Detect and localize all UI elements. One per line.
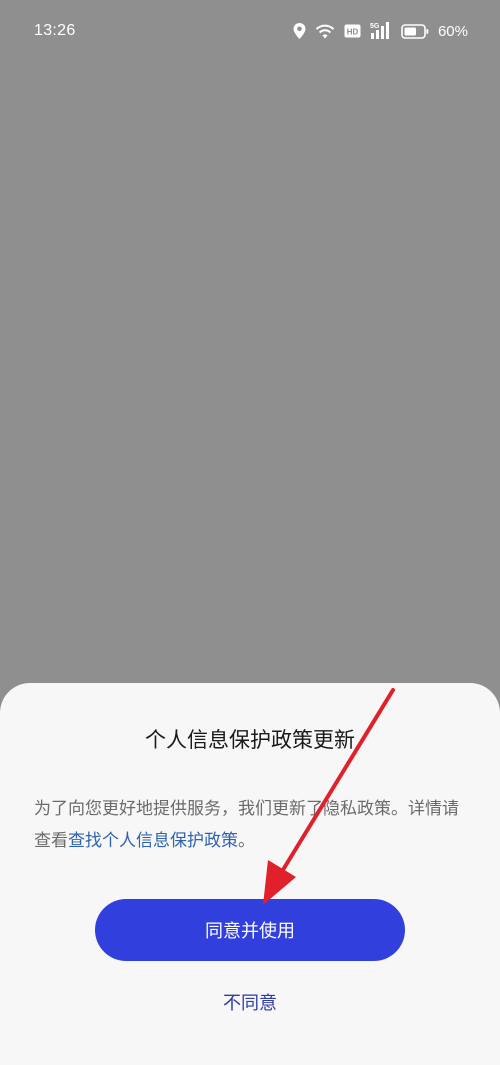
disagree-button[interactable]: 不同意 bbox=[150, 989, 350, 1019]
status-time: 13:26 bbox=[34, 22, 76, 39]
svg-text:HD: HD bbox=[347, 28, 359, 37]
svg-text:5G: 5G bbox=[370, 23, 380, 30]
screen: 13:26 HD 5G 60% 个人信息保护政策更新 为了向您更好地提供服务，我… bbox=[0, 0, 500, 1065]
battery-icon bbox=[401, 23, 429, 39]
status-bar: 13:26 HD 5G 60% bbox=[0, 0, 500, 62]
battery-percent: 60% bbox=[437, 22, 468, 40]
hd-icon: HD bbox=[344, 24, 361, 38]
5g-signal-icon: 5G bbox=[370, 22, 392, 40]
dialog-title: 个人信息保护政策更新 bbox=[145, 728, 355, 752]
wifi-icon bbox=[315, 23, 335, 39]
location-icon bbox=[293, 23, 306, 39]
status-icons: HD 5G 60% bbox=[293, 22, 468, 40]
privacy-policy-sheet: 个人信息保护政策更新 为了向您更好地提供服务，我们更新了隐私政策。详情请查看查找… bbox=[0, 683, 500, 1065]
dialog-body-suffix: 。 bbox=[238, 831, 255, 851]
privacy-policy-link[interactable]: 查找个人信息保护政策 bbox=[68, 831, 238, 851]
dialog-body: 为了向您更好地提供服务，我们更新了隐私政策。详情请查看查找个人信息保护政策。 bbox=[34, 793, 470, 857]
agree-button[interactable]: 同意并使用 bbox=[95, 899, 405, 961]
